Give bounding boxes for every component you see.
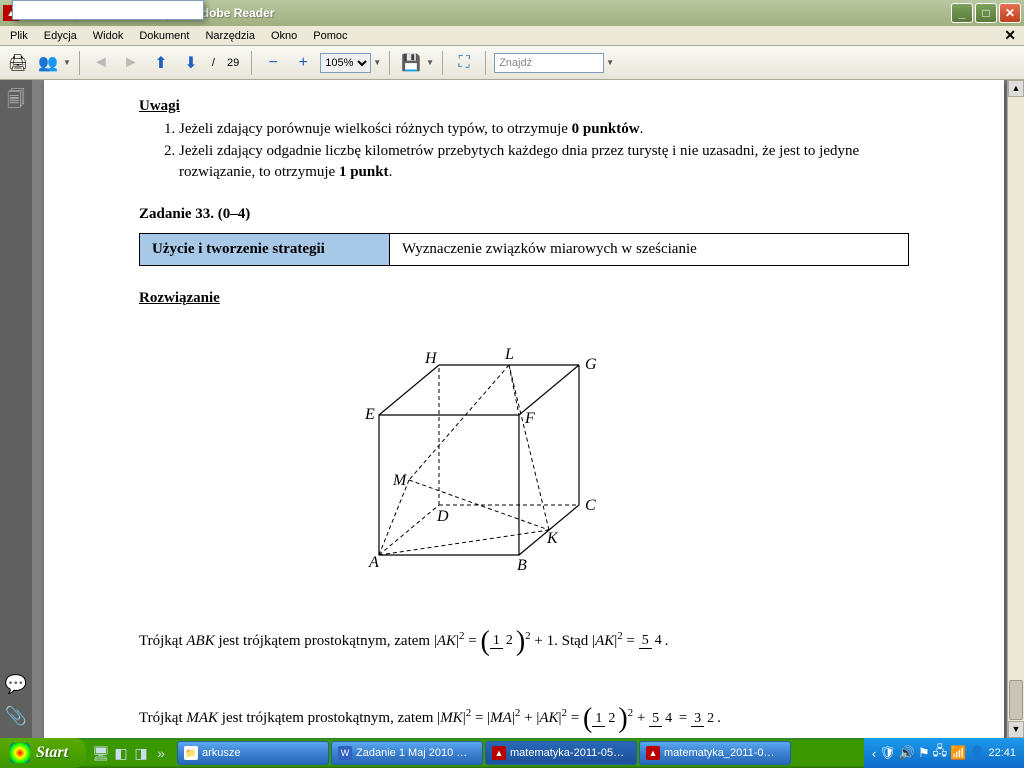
zoom-out-button[interactable]: − [260, 50, 286, 76]
page-sep: / [208, 57, 219, 69]
print-button[interactable]: 🖨 [5, 50, 31, 76]
close-button[interactable]: ✕ [999, 3, 1021, 23]
save-button[interactable]: 💾 [398, 50, 424, 76]
menu-dokument[interactable]: Dokument [131, 28, 197, 44]
taskbar: Start 🖥 ◧ ◨ » 📁arkusze WZadanie 1 Maj 20… [0, 738, 1024, 768]
svg-text:A: A [368, 554, 379, 571]
tray-icon[interactable]: 🛡 [879, 745, 896, 761]
fullscreen-button[interactable]: ⛶ [451, 50, 477, 76]
heading-rozwiazanie: Rozwiązanie [139, 290, 909, 307]
zadanie-label: Zadanie 33. (0–4) [139, 206, 909, 223]
search-input[interactable] [494, 53, 604, 73]
menu-narzedzia[interactable]: Narzędzia [197, 28, 263, 44]
minimize-button[interactable]: _ [951, 3, 973, 23]
page-up-button[interactable]: ⬆ [148, 50, 174, 76]
zoom-in-button[interactable]: + [290, 50, 316, 76]
task-arkusze[interactable]: 📁arkusze [177, 741, 329, 765]
svg-text:D: D [436, 508, 449, 525]
math-line-1: Trójkąt ABK jest trójkątem prostokątnym,… [139, 608, 909, 675]
svg-text:F: F [524, 410, 535, 427]
menu-bar: Plik Edycja Widok Dokument Narzędzia Okn… [0, 26, 1024, 46]
svg-text:G: G [585, 356, 597, 373]
menu-widok[interactable]: Widok [85, 28, 132, 44]
pages-panel-button[interactable]: 🗐 [4, 90, 28, 114]
system-tray[interactable]: ‹ 🛡 🔊 ⚑ 🖧 📶 👤 22:41 [864, 738, 1024, 768]
menu-edycja[interactable]: Edycja [36, 28, 85, 44]
task-matematyka-1[interactable]: ▲matematyka-2011-05… [485, 741, 637, 765]
uwaga-1: Jeżeli zdający porównuje wielkości różny… [179, 119, 909, 139]
ql-more-icon[interactable]: » [152, 742, 170, 764]
attachments-panel-button[interactable]: 📎 [4, 704, 28, 728]
table-cell-left[interactable]: Użycie i tworzenie strategii [140, 233, 390, 265]
document-page: Uwagi Jeżeli zdający porównuje wielkości… [44, 80, 1004, 738]
svg-text:K: K [546, 530, 559, 547]
tray-icon[interactable]: 🔊 [899, 745, 915, 761]
task-matematyka-2[interactable]: ▲matematyka_2011-0… [639, 741, 791, 765]
svg-text:E: E [364, 406, 375, 423]
menu-plik[interactable]: Plik [2, 28, 36, 44]
svg-text:B: B [517, 557, 527, 574]
scroll-down-button[interactable]: ▼ [1008, 721, 1024, 738]
svg-text:L: L [504, 346, 514, 363]
strategy-table: Użycie i tworzenie strategii Wyznaczenie… [139, 233, 909, 266]
maximize-button[interactable]: □ [975, 3, 997, 23]
table-cell-right: Wyznaczenie związków miarowych w sześcia… [390, 233, 909, 265]
uwaga-2: Jeżeli zdający odgadnie liczbę kilometró… [179, 141, 909, 182]
zoom-select[interactable]: 105% [320, 53, 371, 73]
scroll-up-button[interactable]: ▲ [1008, 80, 1024, 97]
svg-text:C: C [585, 497, 596, 514]
tray-clock[interactable]: 22:41 [988, 747, 1016, 759]
page-number-input[interactable] [12, 0, 204, 20]
collaborate-button[interactable]: 👥 [35, 50, 61, 76]
page-down-button[interactable]: ⬇ [178, 50, 204, 76]
heading-uwagi: Uwagi [139, 98, 909, 115]
vertical-scrollbar[interactable]: ▲ ▼ [1007, 80, 1024, 738]
tray-icon[interactable]: ‹ [872, 746, 876, 761]
scroll-thumb[interactable] [1009, 680, 1023, 720]
task-zadanie-doc[interactable]: WZadanie 1 Maj 2010 … [331, 741, 483, 765]
svg-text:M: M [392, 472, 408, 489]
svg-text:H: H [424, 350, 438, 367]
start-button[interactable]: Start [0, 738, 86, 768]
ql-app1-icon[interactable]: ◧ [112, 742, 130, 764]
nav-back-button[interactable]: ◄ [88, 50, 114, 76]
math-line-2: Trójkąt MAK jest trójkątem prostokątnym,… [139, 685, 909, 738]
quick-launch: 🖥 ◧ ◨ » [86, 742, 176, 764]
menu-pomoc[interactable]: Pomoc [305, 28, 355, 44]
menu-okno[interactable]: Okno [263, 28, 305, 44]
tray-icon[interactable]: ⚑ [918, 745, 930, 761]
toolbar: 🖨 👥▼ ◄ ► ⬆ ⬇ / 29 − + 105%▼ 💾▼ ⛶ ▼ [0, 46, 1024, 80]
document-close-button[interactable]: ✕ [996, 25, 1024, 46]
comments-panel-button[interactable]: 💬 [4, 672, 28, 696]
sidebar: 🗐 💬 📎 [0, 80, 32, 738]
tray-icon[interactable]: 📶 [950, 745, 966, 761]
cube-figure: A B C D E F G H K L M [339, 325, 909, 590]
nav-fwd-button[interactable]: ► [118, 50, 144, 76]
page-total: 29 [223, 57, 243, 69]
tray-icon[interactable]: 👤 [969, 745, 985, 761]
tray-icon[interactable]: 🖧 [933, 742, 948, 764]
ql-app2-icon[interactable]: ◨ [132, 742, 150, 764]
ql-desktop-icon[interactable]: 🖥 [92, 742, 110, 764]
